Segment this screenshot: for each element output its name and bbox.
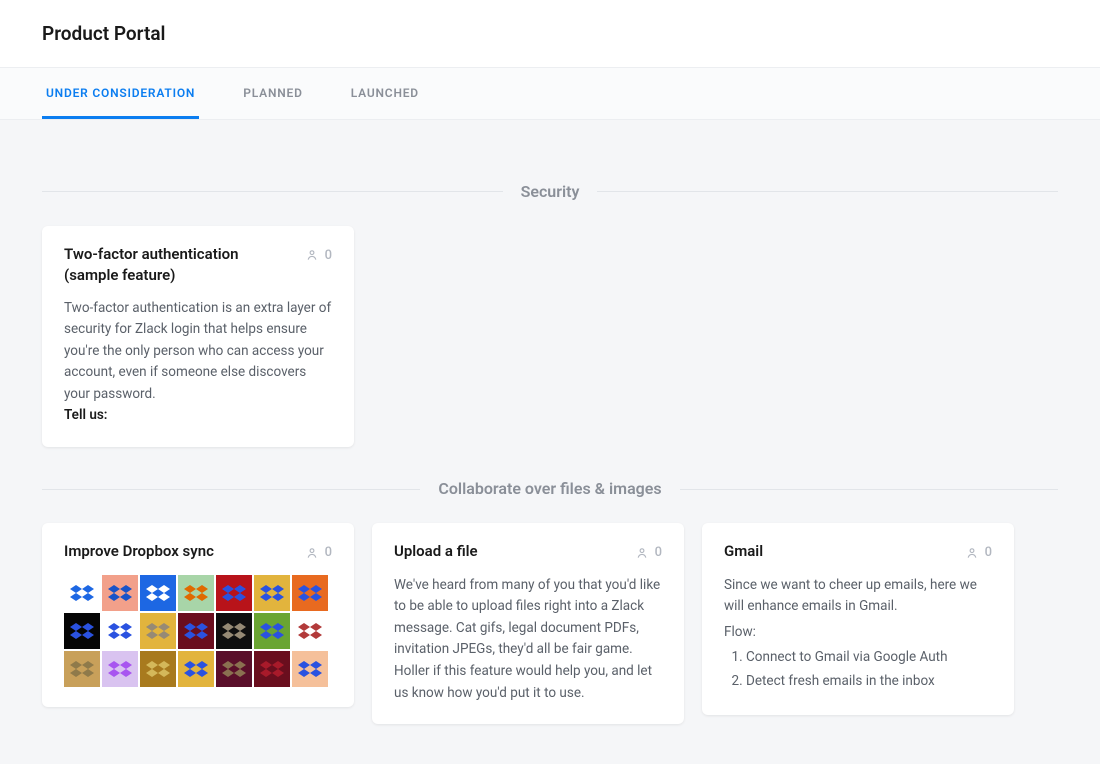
vote-badge[interactable]: 0 — [305, 543, 332, 563]
feature-card[interactable]: Improve Dropbox sync 0 — [42, 523, 354, 707]
dropbox-icon — [102, 651, 138, 687]
vote-count: 0 — [325, 246, 332, 266]
dropbox-icon — [140, 613, 176, 649]
person-icon — [635, 546, 649, 560]
dropbox-icon — [216, 575, 252, 611]
card-body-text: Two-factor authentication is an extra la… — [64, 300, 331, 402]
tab-under-consideration[interactable]: UNDER CONSIDERATION — [42, 68, 199, 119]
dropbox-icon — [102, 613, 138, 649]
dropbox-icon — [102, 575, 138, 611]
page-title: Product Portal — [42, 20, 1058, 49]
dropbox-icon — [140, 575, 176, 611]
card-title: Gmail — [724, 541, 763, 562]
feature-card[interactable]: Two-factor authentication (sample featur… — [42, 226, 354, 448]
dropbox-icon — [216, 613, 252, 649]
tab-launched[interactable]: LAUNCHED — [347, 68, 423, 119]
card-body-text: Since we want to cheer up emails, here w… — [724, 577, 977, 615]
person-icon — [305, 546, 319, 560]
card-header: Two-factor authentication (sample featur… — [64, 244, 332, 286]
vote-badge[interactable]: 0 — [965, 543, 992, 563]
tab-planned[interactable]: PLANNED — [239, 68, 306, 119]
card-title: Two-factor authentication (sample featur… — [64, 244, 295, 286]
content-area: Security Two-factor authentication (samp… — [0, 120, 1100, 764]
dropbox-icon — [64, 651, 100, 687]
flow-list: Connect to Gmail via Google Auth Detect … — [724, 647, 992, 692]
card-body: Since we want to cheer up emails, here w… — [724, 575, 992, 693]
feature-card[interactable]: Gmail 0 Since we want to cheer up emails… — [702, 523, 1014, 714]
divider-line — [42, 191, 503, 192]
tab-bar: UNDER CONSIDERATION PLANNED LAUNCHED — [0, 67, 1100, 120]
flow-step: Detect fresh emails in the inbox — [746, 671, 992, 693]
dropbox-icon — [64, 575, 100, 611]
divider-line — [680, 489, 1058, 490]
card-body-bold: Tell us: — [64, 407, 107, 423]
flow-step: Connect to Gmail via Google Auth — [746, 647, 992, 669]
section-title: Security — [521, 180, 580, 204]
card-body-text: We've heard from many of you that you'd … — [394, 577, 660, 701]
dropbox-icon — [254, 613, 290, 649]
dropbox-icon — [178, 575, 214, 611]
thumbnail-grid — [64, 575, 332, 687]
vote-count: 0 — [985, 543, 992, 563]
section-title: Collaborate over files & images — [438, 477, 661, 501]
dropbox-icon — [292, 651, 328, 687]
vote-badge[interactable]: 0 — [305, 246, 332, 266]
card-title: Improve Dropbox sync — [64, 541, 214, 562]
vote-badge[interactable]: 0 — [635, 543, 662, 563]
card-header: Upload a file 0 — [394, 541, 662, 563]
dropbox-icon — [178, 613, 214, 649]
card-header: Gmail 0 — [724, 541, 992, 563]
flow-label: Flow: — [724, 622, 992, 644]
cards-row-collaborate: Improve Dropbox sync 0 Upload a file 0 — [42, 523, 1058, 724]
dropbox-icon — [64, 613, 100, 649]
person-icon — [305, 248, 319, 262]
divider-line — [42, 489, 420, 490]
card-body: Two-factor authentication is an extra la… — [64, 298, 332, 428]
section-divider-collaborate: Collaborate over files & images — [42, 477, 1058, 501]
person-icon — [965, 546, 979, 560]
dropbox-icon — [216, 651, 252, 687]
card-body: We've heard from many of you that you'd … — [394, 575, 662, 705]
dropbox-icon — [292, 575, 328, 611]
section-divider-security: Security — [42, 180, 1058, 204]
dropbox-icon — [292, 613, 328, 649]
dropbox-icon — [254, 651, 290, 687]
divider-line — [597, 191, 1058, 192]
vote-count: 0 — [325, 543, 332, 563]
cards-row-security: Two-factor authentication (sample featur… — [42, 226, 1058, 448]
dropbox-icon — [254, 575, 290, 611]
feature-card[interactable]: Upload a file 0 We've heard from many of… — [372, 523, 684, 724]
top-bar: Product Portal — [0, 0, 1100, 67]
card-header: Improve Dropbox sync 0 — [64, 541, 332, 563]
card-title: Upload a file — [394, 541, 478, 562]
vote-count: 0 — [655, 543, 662, 563]
dropbox-icon — [178, 651, 214, 687]
dropbox-icon — [140, 651, 176, 687]
